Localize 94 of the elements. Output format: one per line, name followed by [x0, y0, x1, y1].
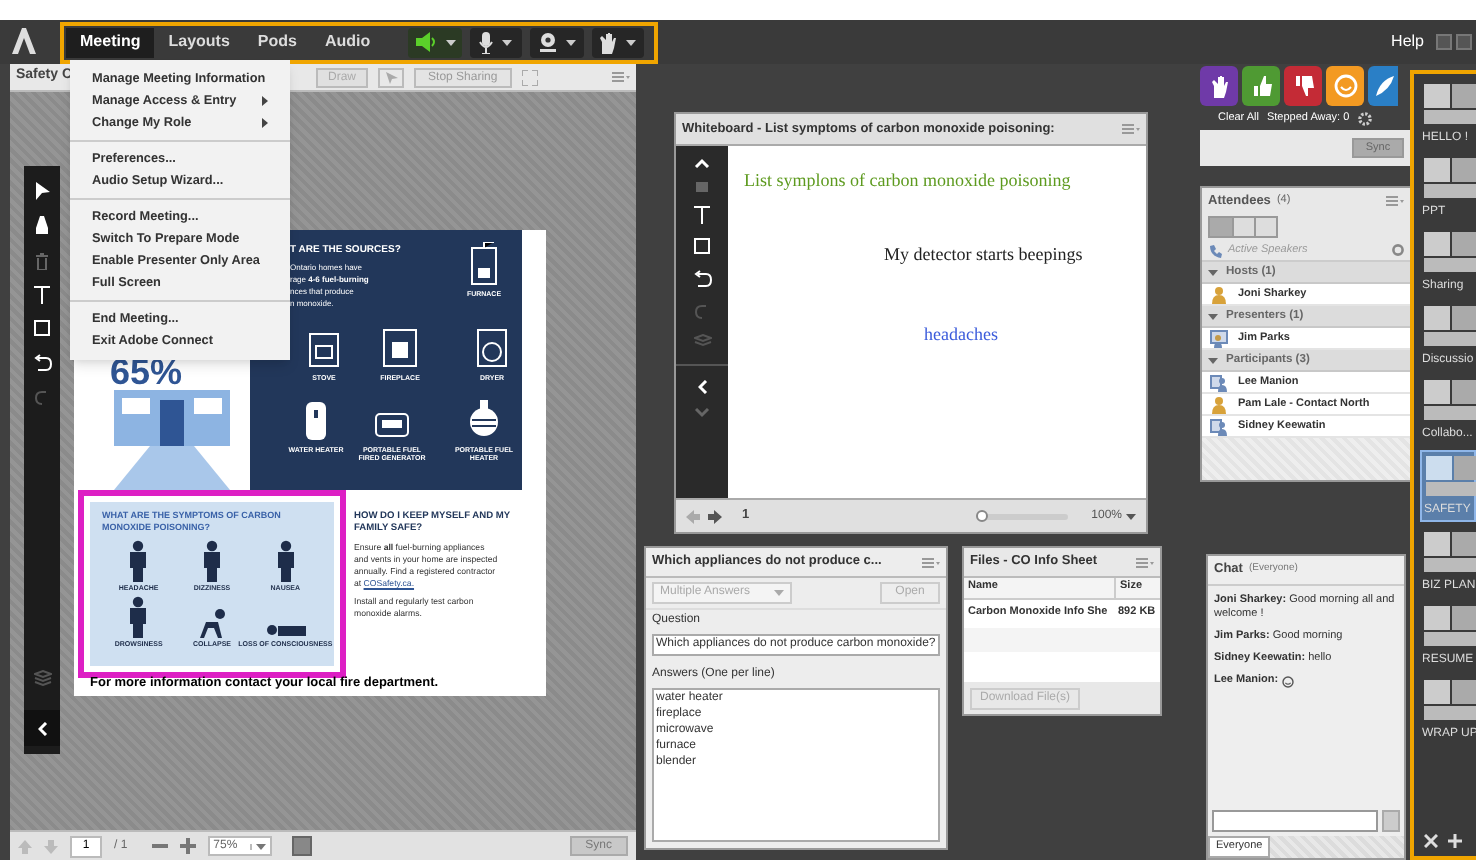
phone-icon: [1208, 243, 1222, 257]
chevron-down-icon[interactable]: [694, 408, 710, 418]
caret-icon: [626, 39, 637, 45]
layout-preview-icon: [1422, 82, 1476, 126]
layout-preview-icon: [1422, 530, 1476, 574]
smiley-icon: [1282, 675, 1295, 687]
caret-icon: [445, 39, 456, 45]
rectangle-tool-icon[interactable]: [33, 320, 51, 338]
smile-icon: [1333, 74, 1357, 98]
presenter-icon: [1210, 329, 1228, 347]
expand-arrow-icon: [1208, 267, 1218, 277]
menu-icon: [1386, 196, 1404, 206]
thumbs-down-icon: [1291, 74, 1315, 98]
settings-icon[interactable]: [1392, 244, 1404, 256]
layout-preview-icon: [1422, 604, 1476, 648]
layout-preview-icon: [1424, 454, 1476, 498]
adobe-logo-icon: [10, 26, 38, 58]
whiteboard-heading: List symplons of carbon monoxide poisoning: [744, 168, 1071, 194]
add-icon[interactable]: [1448, 834, 1462, 848]
layout-preview-icon: [1422, 678, 1476, 722]
caret-icon: [774, 590, 784, 596]
menu-tab[interactable]: Layouts: [154, 27, 244, 57]
menu-icon: [922, 557, 940, 567]
expand-arrow-icon: [1208, 311, 1218, 321]
speaker-button[interactable]: [407, 27, 462, 57]
participant-icon: [1210, 373, 1228, 391]
caret-icon: [1126, 513, 1136, 519]
submenu-arrow-icon: [262, 118, 268, 128]
statistic-text: 65%: [110, 354, 183, 390]
expand-arrow-icon: [1208, 355, 1218, 365]
whiteboard-note: My detector starts beepings: [884, 242, 1083, 268]
collapse-button[interactable]: [24, 710, 60, 746]
webcam-icon: [537, 32, 558, 52]
menu-icon: [612, 72, 630, 82]
fireplace-icon: [382, 326, 418, 370]
hand-button[interactable]: [591, 27, 645, 57]
smile-button[interactable]: [1326, 66, 1364, 106]
menu-icon: [1122, 124, 1140, 134]
text-tool-icon[interactable]: [694, 206, 710, 224]
trash-icon[interactable]: [34, 252, 50, 270]
pointer-icon[interactable]: [34, 182, 50, 200]
caret-icon: [565, 39, 576, 45]
undo-icon[interactable]: [693, 270, 711, 288]
marker-icon[interactable]: [34, 216, 50, 236]
slider-thumb[interactable]: [975, 509, 988, 521]
text-tool-icon[interactable]: [34, 286, 50, 304]
zoom-in-icon[interactable]: [179, 838, 196, 854]
chevron-left-icon: [37, 721, 47, 735]
layers-icon[interactable]: [33, 670, 51, 686]
caret-icon: [255, 843, 266, 849]
close-icon[interactable]: [1424, 834, 1438, 848]
host-icon: [1210, 285, 1228, 303]
undo-icon[interactable]: [33, 354, 51, 372]
host-icon: [1210, 395, 1228, 413]
microphone-button[interactable]: [469, 27, 523, 57]
person-figure: [265, 624, 306, 636]
help-menu[interactable]: Help: [1391, 30, 1424, 54]
speaker-icon: [413, 32, 438, 52]
chat-input-field[interactable]: [1212, 810, 1378, 832]
raised-hand-icon: [598, 31, 619, 53]
zoom-out-icon[interactable]: [151, 838, 168, 854]
menu-tab[interactable]: Meeting: [66, 27, 155, 57]
hand-icon: [1207, 74, 1231, 98]
feather-button[interactable]: [1368, 66, 1398, 106]
menu-tab[interactable]: Pods: [243, 27, 311, 57]
webcam-button[interactable]: [530, 27, 584, 57]
feather-icon: [1371, 74, 1395, 98]
whiteboard-note: headaches: [924, 322, 998, 348]
hand-button[interactable]: [1200, 66, 1238, 106]
layout-preview-icon: [1422, 304, 1476, 348]
chevron-up-icon[interactable]: [694, 158, 710, 168]
heater-icon: [466, 398, 502, 442]
hand-tool-button[interactable]: [291, 836, 312, 856]
layout-preview-icon: [1422, 156, 1476, 200]
thumbs-up-button[interactable]: [1242, 66, 1280, 106]
thumbs-down-button[interactable]: [1284, 66, 1322, 106]
layout-preview-icon: [1422, 230, 1476, 274]
submenu-arrow-icon: [262, 96, 268, 106]
thumbs-up-icon: [1249, 74, 1273, 98]
caret-icon: [502, 39, 513, 45]
furnace-icon: [466, 242, 502, 286]
chevron-left-icon[interactable]: [697, 380, 707, 394]
participant-icon: [1210, 417, 1228, 435]
fit-to-screen-icon: [521, 69, 538, 85]
microphone-icon: [478, 31, 495, 53]
pointer-icon: [385, 71, 398, 83]
rectangle-tool-icon[interactable]: [693, 238, 711, 256]
menu-tab[interactable]: Audio: [310, 27, 385, 57]
redo-icon[interactable]: [33, 388, 51, 406]
menu-icon: [1136, 557, 1154, 567]
dryer-icon: [474, 326, 510, 370]
layout-preview-icon: [1422, 378, 1476, 422]
settings-icon[interactable]: [1357, 111, 1372, 125]
arrow-right-icon[interactable]: [708, 509, 722, 523]
